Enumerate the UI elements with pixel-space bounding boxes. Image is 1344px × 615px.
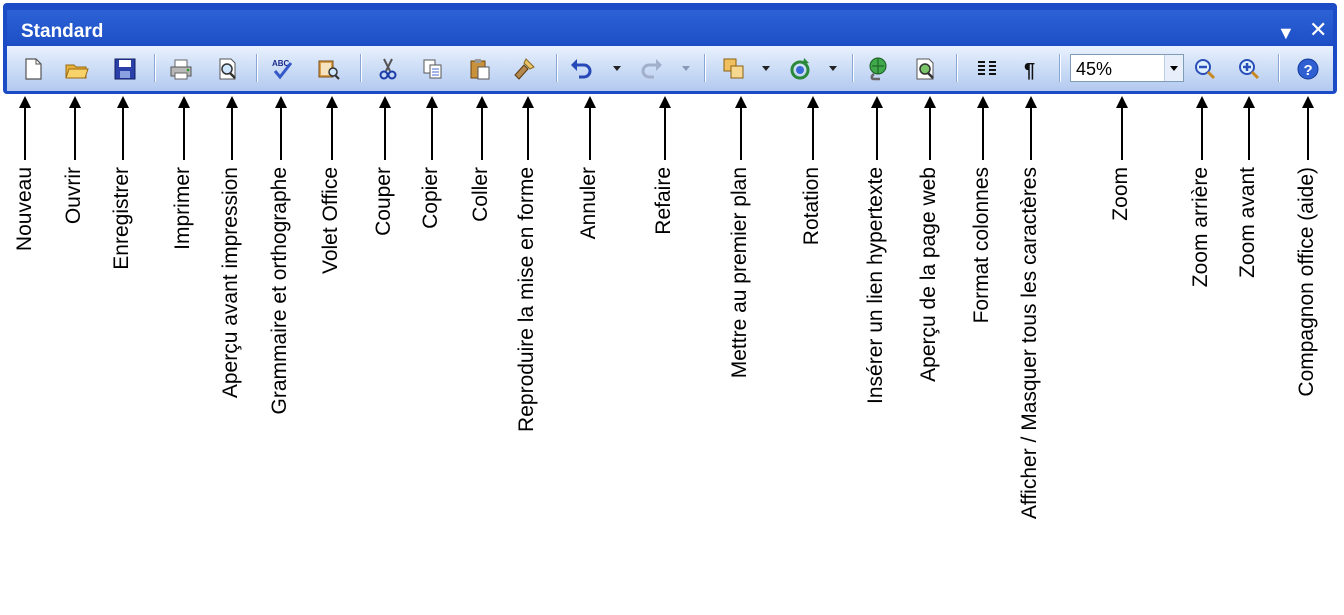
help-icon[interactable]: ? bbox=[1293, 54, 1323, 84]
arrow-lien bbox=[871, 96, 883, 160]
label-compagnon: Compagnon office (aide) bbox=[1295, 167, 1318, 397]
arrow-colonnes bbox=[977, 96, 989, 160]
rotation-icon[interactable] bbox=[785, 54, 815, 84]
separator bbox=[154, 54, 156, 82]
separator bbox=[256, 54, 258, 82]
toolbar-titlebar[interactable]: Standard ▼ ✕ bbox=[7, 10, 1333, 44]
label-couper: Couper bbox=[372, 167, 395, 236]
open-folder-icon[interactable] bbox=[62, 54, 92, 84]
zoom-combobox[interactable]: 45% bbox=[1070, 54, 1184, 82]
arrow-zoom bbox=[1116, 96, 1128, 160]
label-apercu-impression: Aperçu avant impression bbox=[219, 167, 242, 399]
label-colonnes: Format colonnes bbox=[970, 167, 993, 324]
zoom-in-icon[interactable] bbox=[1234, 54, 1264, 84]
arrow-afficher bbox=[1025, 96, 1037, 160]
label-nouveau: Nouveau bbox=[13, 167, 36, 252]
label-zoom-avant: Zoom avant bbox=[1236, 167, 1259, 278]
arrow-grammaire bbox=[275, 96, 287, 160]
separator bbox=[1278, 54, 1280, 82]
arrow-copier bbox=[426, 96, 438, 160]
scissors-cut-icon[interactable] bbox=[373, 54, 403, 84]
separator bbox=[360, 54, 362, 82]
label-annuler: Annuler bbox=[577, 167, 600, 240]
redo-icon[interactable] bbox=[637, 54, 667, 84]
label-coller: Coller bbox=[469, 167, 492, 222]
web-page-preview-icon[interactable] bbox=[911, 54, 941, 84]
arrow-couper bbox=[379, 96, 391, 160]
zoom-value: 45% bbox=[1076, 59, 1113, 79]
label-lien: Insérer un lien hypertexte bbox=[864, 167, 887, 404]
arrow-premier-plan bbox=[735, 96, 747, 160]
separator bbox=[1059, 54, 1061, 82]
print-icon[interactable] bbox=[166, 54, 196, 84]
arrow-enregistrer bbox=[117, 96, 129, 160]
arrow-apercu-web bbox=[924, 96, 936, 160]
label-afficher: Afficher / Masquer tous les caractères bbox=[1018, 167, 1041, 520]
arrow-rotation bbox=[807, 96, 819, 160]
arrow-zoom-avant bbox=[1243, 96, 1255, 160]
redo-dropdown-arrow[interactable] bbox=[682, 66, 690, 71]
separator bbox=[704, 54, 706, 82]
separator bbox=[852, 54, 854, 82]
save-disk-icon[interactable] bbox=[110, 54, 140, 84]
arrow-compagnon bbox=[1302, 96, 1314, 160]
label-copier: Copier bbox=[419, 167, 442, 229]
separator bbox=[956, 54, 958, 82]
arrow-apercu-impression bbox=[226, 96, 238, 160]
label-imprimer: Imprimer bbox=[171, 167, 194, 250]
bring-to-front-dropdown-arrow[interactable] bbox=[762, 66, 770, 71]
svg-text:¶: ¶ bbox=[1024, 60, 1035, 82]
label-enregistrer: Enregistrer bbox=[110, 167, 133, 270]
label-apercu-web: Aperçu de la page web bbox=[917, 167, 940, 382]
arrow-reproduire bbox=[522, 96, 534, 160]
bring-to-front-icon[interactable] bbox=[719, 54, 749, 84]
arrow-ouvrir bbox=[69, 96, 81, 160]
columns-icon[interactable] bbox=[972, 54, 1002, 84]
label-refaire: Refaire bbox=[652, 167, 675, 235]
hyperlink-globe-icon[interactable] bbox=[864, 54, 894, 84]
label-zoom-arriere: Zoom arrière bbox=[1189, 167, 1212, 288]
paste-clipboard-icon[interactable] bbox=[465, 54, 495, 84]
label-premier-plan: Mettre au premier plan bbox=[728, 167, 751, 379]
new-document-icon[interactable] bbox=[18, 54, 48, 84]
arrow-volet bbox=[326, 96, 338, 160]
label-zoom: Zoom bbox=[1109, 167, 1132, 221]
chevron-down-icon[interactable]: ▼ bbox=[1277, 24, 1295, 42]
undo-icon[interactable] bbox=[566, 54, 596, 84]
format-painter-icon[interactable] bbox=[510, 54, 540, 84]
rotation-dropdown-arrow[interactable] bbox=[829, 66, 837, 71]
spelling-grammar-icon[interactable]: ABC bbox=[268, 54, 298, 84]
label-reproduire: Reproduire la mise en forme bbox=[515, 167, 538, 432]
toolbar-title: Standard bbox=[21, 21, 104, 42]
arrow-annuler bbox=[584, 96, 596, 160]
zoom-dropdown-button[interactable] bbox=[1164, 55, 1183, 81]
research-office-pane-icon[interactable] bbox=[314, 54, 344, 84]
arrow-coller bbox=[476, 96, 488, 160]
arrow-imprimer bbox=[178, 96, 190, 160]
arrow-nouveau bbox=[19, 96, 31, 160]
svg-text:?: ? bbox=[1304, 62, 1313, 79]
label-grammaire: Grammaire et orthographe bbox=[268, 167, 291, 415]
pilcrow-show-hide-icon[interactable]: ¶ bbox=[1016, 54, 1046, 84]
label-volet: Volet Office bbox=[319, 167, 342, 275]
label-rotation: Rotation bbox=[800, 167, 823, 246]
arrow-zoom-arriere bbox=[1196, 96, 1208, 160]
arrow-refaire bbox=[659, 96, 671, 160]
label-ouvrir: Ouvrir bbox=[62, 167, 85, 225]
close-icon[interactable]: ✕ bbox=[1309, 19, 1327, 41]
print-preview-icon[interactable] bbox=[213, 54, 243, 84]
copy-icon[interactable] bbox=[418, 54, 448, 84]
separator bbox=[556, 54, 558, 82]
zoom-out-icon[interactable] bbox=[1190, 54, 1220, 84]
undo-dropdown-arrow[interactable] bbox=[613, 66, 621, 71]
